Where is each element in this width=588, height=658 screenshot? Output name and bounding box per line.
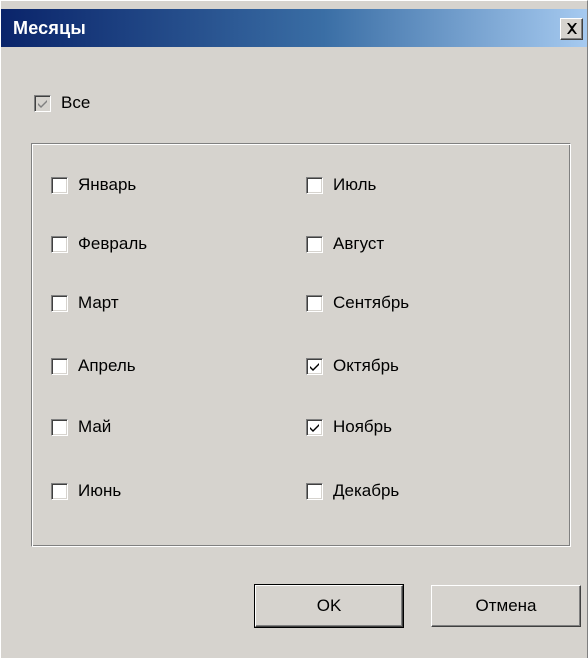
checkbox-august-box[interactable]: [306, 235, 323, 253]
all-months-checkbox-box[interactable]: [34, 94, 51, 112]
checkmark-icon: [38, 99, 47, 108]
checkbox-april[interactable]: Апрель: [51, 356, 136, 376]
close-icon: [567, 23, 577, 34]
checkbox-july-label: Июль: [333, 175, 377, 194]
checkbox-august-label: Август: [333, 234, 385, 253]
checkbox-march-label: Март: [78, 293, 119, 312]
months-dialog: Месяцы Все Январь Февраль Март Апрель Ма…: [0, 0, 588, 658]
checkbox-october-box[interactable]: [306, 357, 323, 375]
checkmark-icon: [310, 362, 319, 371]
checkbox-january[interactable]: Январь: [51, 175, 136, 195]
all-months-checkbox[interactable]: Все: [34, 93, 90, 113]
checkbox-september[interactable]: Сентябрь: [306, 293, 409, 313]
checkbox-august[interactable]: Август: [306, 234, 384, 254]
checkbox-may-label: Май: [78, 417, 112, 436]
checkbox-may-box[interactable]: [51, 418, 68, 436]
checkbox-june-box[interactable]: [51, 482, 68, 500]
checkbox-march-box[interactable]: [51, 294, 68, 312]
checkbox-january-box[interactable]: [51, 176, 68, 194]
checkbox-april-box[interactable]: [51, 357, 68, 375]
ok-button[interactable]: OK: [254, 584, 404, 628]
close-button[interactable]: [560, 18, 583, 40]
title-bar[interactable]: Месяцы: [1, 9, 587, 47]
checkbox-october[interactable]: Октябрь: [306, 356, 399, 376]
checkbox-january-label: Январь: [78, 175, 137, 194]
checkmark-icon: [310, 423, 319, 432]
checkbox-october-label: Октябрь: [333, 356, 399, 375]
checkbox-december-label: Декабрь: [333, 481, 400, 500]
checkbox-december-box[interactable]: [306, 482, 323, 500]
checkbox-september-label: Сентябрь: [333, 293, 410, 312]
checkbox-june[interactable]: Июнь: [51, 481, 121, 501]
checkbox-march[interactable]: Март: [51, 293, 119, 313]
checkbox-february-box[interactable]: [51, 235, 68, 253]
checkbox-november[interactable]: Ноябрь: [306, 417, 392, 437]
checkbox-july[interactable]: Июль: [306, 175, 376, 195]
all-months-label: Все: [61, 93, 91, 112]
checkbox-april-label: Апрель: [78, 356, 136, 375]
checkbox-september-box[interactable]: [306, 294, 323, 312]
checkbox-november-label: Ноябрь: [333, 417, 392, 436]
cancel-button[interactable]: Отмена: [431, 585, 581, 627]
window-title: Месяцы: [13, 18, 86, 38]
checkbox-may[interactable]: Май: [51, 417, 111, 437]
checkbox-february-label: Февраль: [78, 234, 148, 253]
checkbox-november-box[interactable]: [306, 418, 323, 436]
checkbox-december[interactable]: Декабрь: [306, 481, 399, 501]
checkbox-june-label: Июнь: [78, 481, 122, 500]
checkbox-july-box[interactable]: [306, 176, 323, 194]
checkbox-february[interactable]: Февраль: [51, 234, 147, 254]
